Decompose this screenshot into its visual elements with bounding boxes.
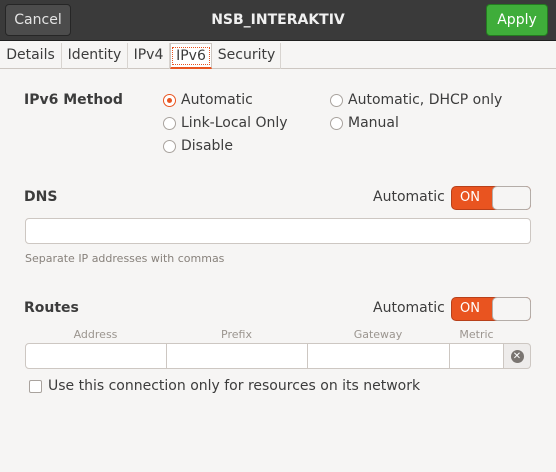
tab-ipv4-label: IPv4 — [133, 47, 164, 63]
radio-manual-label: Manual — [348, 115, 399, 131]
routes-automatic-switch[interactable]: ON — [451, 297, 531, 321]
tab-ipv6[interactable]: IPv6 — [170, 43, 212, 69]
radio-disable-label: Disable — [181, 138, 233, 154]
radio-unselected-icon — [163, 139, 176, 153]
header-bar: Cancel NSB_INTERAKTIV Apply — [0, 0, 556, 41]
radio-disable[interactable]: Disable — [163, 138, 233, 154]
column-metric: Metric — [459, 328, 494, 341]
dns-switch-on-label: ON — [460, 190, 480, 205]
route-metric-input[interactable] — [450, 344, 503, 368]
dns-automatic-switch[interactable]: ON — [451, 186, 531, 210]
tab-security-label: Security — [217, 47, 276, 63]
clear-circle-icon: ✕ — [510, 349, 524, 363]
radio-unselected-icon — [330, 116, 343, 130]
routes-automatic-label: Automatic — [373, 300, 445, 316]
radio-unselected-icon — [330, 93, 343, 107]
window-title: NSB_INTERAKTIV — [211, 12, 345, 28]
cancel-button[interactable]: Cancel — [5, 4, 71, 36]
tab-identity[interactable]: Identity — [62, 43, 128, 69]
dns-input[interactable] — [25, 218, 531, 244]
ipv6-method-label: IPv6 Method — [24, 92, 123, 108]
radio-link-local-only-label: Link-Local Only — [181, 115, 288, 131]
route-entry-row — [25, 343, 504, 369]
route-address-input[interactable] — [26, 344, 167, 368]
radio-automatic-dhcp-only[interactable]: Automatic, DHCP only — [330, 92, 502, 108]
radio-unselected-icon — [163, 116, 176, 130]
radio-automatic-label: Automatic — [181, 92, 253, 108]
column-gateway: Gateway — [353, 328, 403, 341]
route-prefix-input[interactable] — [167, 344, 308, 368]
tab-ipv4[interactable]: IPv4 — [128, 43, 170, 69]
column-prefix: Prefix — [221, 328, 252, 341]
column-address: Address — [73, 328, 118, 341]
tab-bar: Details Identity IPv4 IPv6 Security — [0, 41, 556, 69]
tab-details[interactable]: Details — [0, 43, 62, 69]
route-clear-button[interactable]: ✕ — [504, 343, 531, 369]
routes-switch-on-label: ON — [460, 301, 480, 316]
apply-button[interactable]: Apply — [486, 4, 548, 36]
route-gateway-input[interactable] — [308, 344, 450, 368]
routes-label: Routes — [24, 300, 79, 316]
radio-selected-icon — [163, 93, 176, 107]
radio-automatic-dhcp-only-label: Automatic, DHCP only — [348, 92, 503, 108]
dns-label: DNS — [24, 189, 58, 205]
tab-ipv6-label: IPv6 — [172, 47, 210, 65]
dns-automatic-label: Automatic — [373, 189, 445, 205]
switch-knob — [492, 297, 531, 321]
radio-link-local-only[interactable]: Link-Local Only — [163, 115, 288, 131]
dns-hint: Separate IP addresses with commas — [25, 252, 225, 265]
switch-knob — [492, 186, 531, 210]
radio-automatic[interactable]: Automatic — [163, 92, 253, 108]
tab-identity-label: Identity — [67, 47, 122, 63]
network-only-label: Use this connection only for resources o… — [48, 378, 421, 394]
radio-manual[interactable]: Manual — [330, 115, 399, 131]
network-only-checkbox[interactable] — [29, 380, 42, 393]
tab-security[interactable]: Security — [213, 43, 281, 69]
tab-details-label: Details — [6, 47, 55, 63]
